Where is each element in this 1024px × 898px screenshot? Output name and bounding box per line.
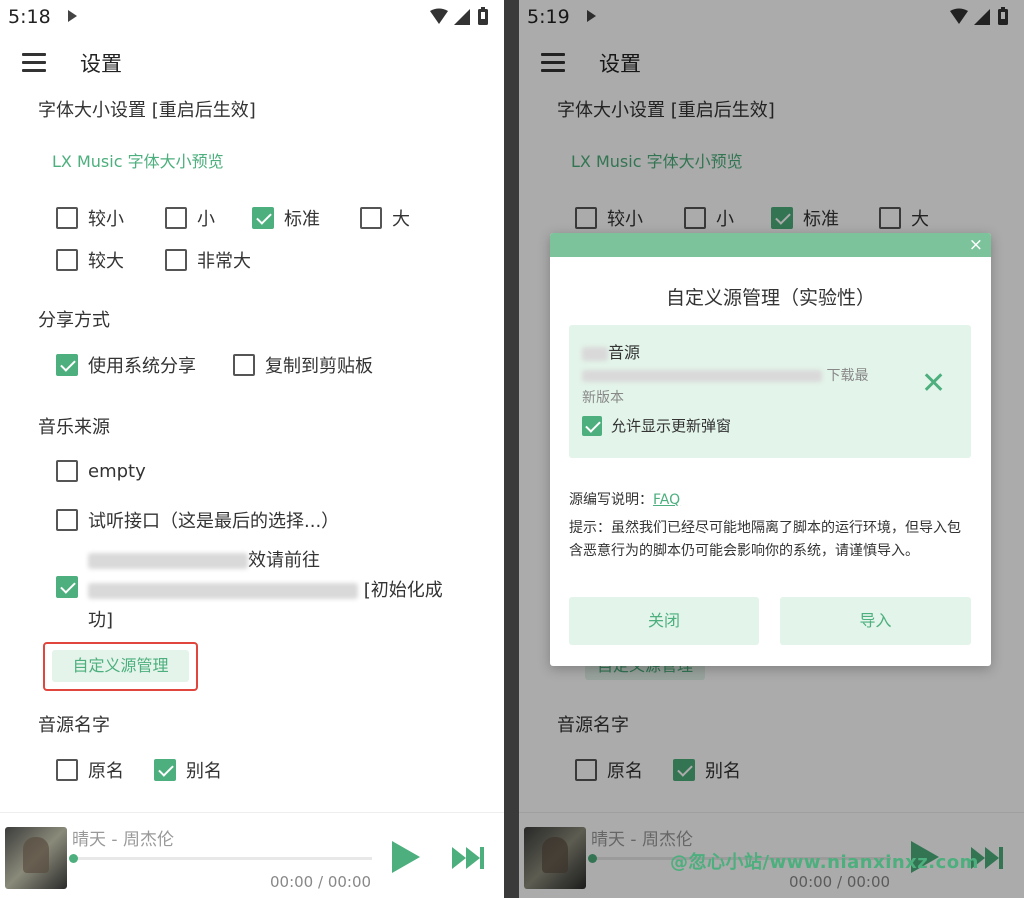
progress-handle[interactable]	[69, 854, 78, 863]
dialog-title: 自定义源管理（实验性）	[665, 287, 875, 309]
checkbox[interactable]	[56, 207, 78, 229]
redacted-text	[582, 370, 822, 382]
close-button[interactable]: 关闭	[569, 597, 759, 645]
watermark: @忽心小站/www.nianxinxz.com	[670, 852, 979, 873]
checkbox[interactable]	[56, 249, 78, 271]
media-play-icon	[68, 10, 77, 22]
remove-source-icon[interactable]: ✕	[921, 369, 946, 399]
source-option-custom-label: 效请前往 [初始化成 功]	[88, 550, 443, 631]
highlight-frame	[43, 642, 198, 691]
checkbox[interactable]	[165, 207, 187, 229]
source-name-option-alias[interactable]: 别名	[154, 757, 222, 783]
dialog-header: ×	[550, 233, 991, 257]
page-title: 设置	[80, 52, 122, 76]
checkbox[interactable]	[165, 249, 187, 271]
source-writing-note: 源编写说明：FAQ	[569, 492, 681, 508]
play-icon[interactable]	[392, 841, 420, 873]
checkbox[interactable]	[56, 759, 78, 781]
app-bar: 设置	[0, 40, 504, 88]
wifi-icon	[430, 8, 448, 24]
share-section-title: 分享方式	[38, 310, 110, 331]
checkbox[interactable]	[56, 460, 78, 482]
checkbox[interactable]	[360, 207, 382, 229]
right-screen: 5:19 设置 字体大小设置 [重启后生效] LX Music 字体大小预览 较…	[519, 0, 1024, 898]
checkbox-checked[interactable]	[56, 576, 78, 598]
checkbox[interactable]	[233, 354, 255, 376]
mini-player: 晴天 - 周杰伦 00:00 / 00:00	[0, 812, 504, 898]
checkbox-checked[interactable]	[154, 759, 176, 781]
redacted-text	[88, 553, 248, 569]
font-size-option-larger[interactable]: 较大	[56, 247, 124, 273]
custom-source-dialog: × 自定义源管理（实验性） 音源 下载最 新版本 ✕ 允许显示更新弹窗 源编写说…	[550, 233, 991, 666]
security-tip: 提示：虽然我们已经尽可能地隔离了脚本的运行环境，但导入包含恶意行为的脚本仍可能会…	[569, 520, 961, 559]
font-size-option-standard[interactable]: 标准	[252, 205, 320, 231]
signal-icon	[454, 9, 470, 25]
source-card: 音源 下载最 新版本 ✕ 允许显示更新弹窗	[569, 325, 971, 458]
system-status-icons	[430, 7, 488, 25]
font-size-option-large[interactable]: 大	[360, 205, 410, 231]
font-size-option-small[interactable]: 小	[165, 205, 215, 231]
font-size-section-title: 字体大小设置 [重启后生效]	[38, 100, 256, 121]
checkbox-checked[interactable]	[582, 415, 602, 436]
menu-icon[interactable]	[22, 53, 46, 73]
checkbox-checked[interactable]	[252, 207, 274, 229]
checkbox[interactable]	[56, 509, 78, 531]
redacted-text	[88, 583, 358, 599]
source-option-trial-api[interactable]: 试听接口（这是最后的选择...）	[56, 507, 339, 533]
redacted-text	[582, 346, 608, 361]
close-icon[interactable]: ×	[969, 234, 983, 256]
faq-link[interactable]: FAQ	[653, 492, 680, 508]
source-name-section-title: 音源名字	[38, 715, 110, 736]
status-bar: 5:18	[0, 0, 504, 36]
share-option-clipboard[interactable]: 复制到剪贴板	[233, 352, 373, 378]
playback-time: 00:00 / 00:00	[270, 873, 372, 891]
share-option-system[interactable]: 使用系统分享	[56, 352, 196, 378]
source-option-empty[interactable]: empty	[56, 460, 146, 482]
source-name: 音源	[582, 339, 640, 363]
next-track-icon[interactable]	[450, 845, 486, 871]
font-size-option-very-large[interactable]: 非常大	[165, 247, 251, 273]
allow-update-popup-option[interactable]: 允许显示更新弹窗	[582, 415, 731, 436]
song-title: 晴天 - 周杰伦	[72, 830, 174, 850]
progress-bar[interactable]	[69, 854, 372, 863]
source-option-custom-checkbox[interactable]	[56, 576, 88, 598]
screen-divider	[504, 0, 519, 898]
album-cover[interactable]	[5, 827, 67, 889]
checkbox-checked[interactable]	[56, 354, 78, 376]
font-size-option-smaller[interactable]: 较小	[56, 205, 124, 231]
left-screen: 5:18 设置 字体大小设置 [重启后生效] LX Music 字体大小预览 较…	[0, 0, 504, 898]
status-time: 5:18	[8, 6, 51, 28]
source-name-option-original[interactable]: 原名	[56, 757, 124, 783]
font-size-preview: LX Music 字体大小预览	[52, 152, 224, 171]
music-source-section-title: 音乐来源	[38, 417, 110, 438]
source-description: 下载最 新版本	[582, 368, 869, 406]
import-button[interactable]: 导入	[780, 597, 971, 645]
